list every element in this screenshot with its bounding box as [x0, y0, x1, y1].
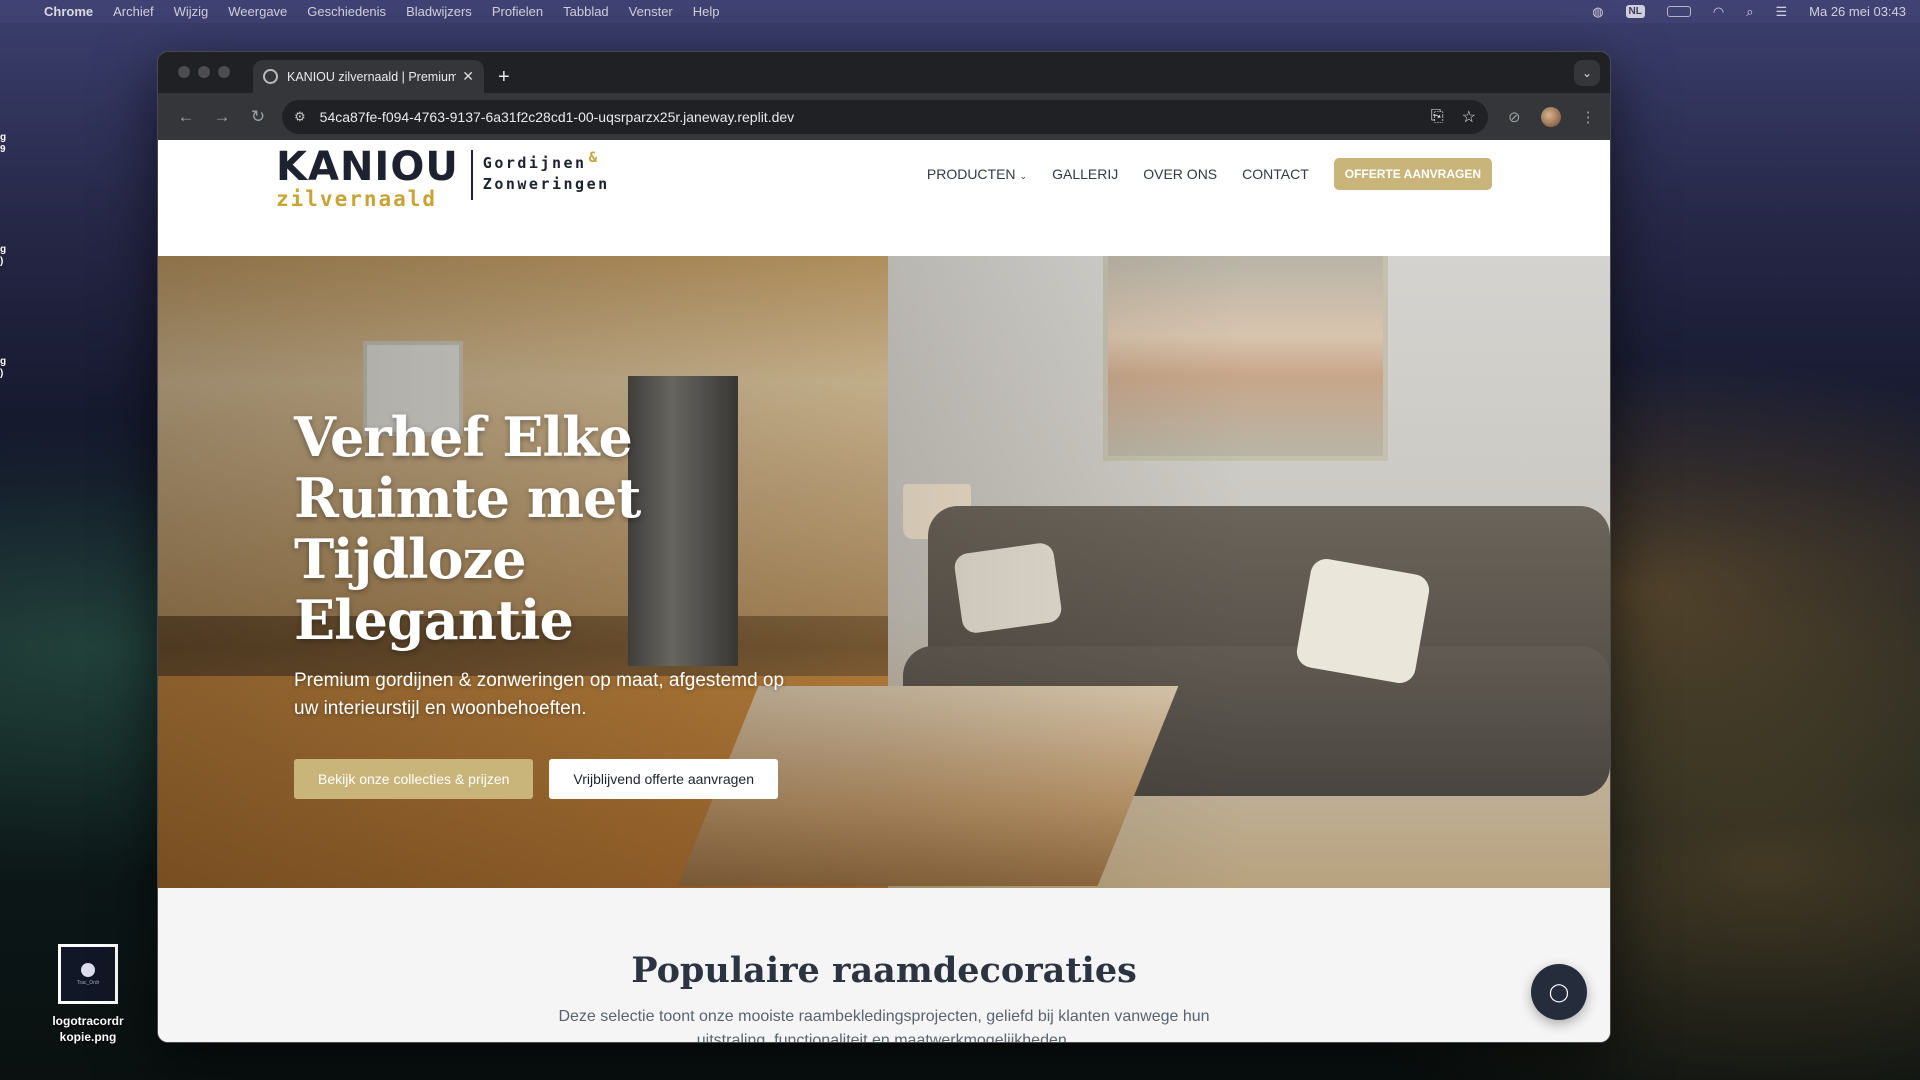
url-text[interactable]: 54ca87fe-f094-4763-9137-6a31f2c28cd1-00-… — [320, 109, 1413, 125]
input-source-badge[interactable]: NL — [1625, 5, 1645, 18]
desktop-edge-label: g) — [0, 244, 7, 267]
chat-bubble-icon[interactable]: ◯ — [1531, 964, 1587, 1020]
nav-over-ons[interactable]: OVER ONS — [1143, 166, 1217, 182]
wifi-icon[interactable]: ◠ — [1713, 4, 1724, 20]
maximize-window-button[interactable] — [218, 66, 230, 78]
menu-bladwijzers[interactable]: Bladwijzers — [406, 4, 472, 19]
new-tab-button[interactable]: + — [498, 66, 510, 89]
hero-content: Verhef Elke Ruimte met Tijdloze Eleganti… — [294, 407, 814, 799]
extension-icon[interactable]: ⊘ — [1508, 108, 1521, 126]
site-logo[interactable]: KANIOU zilvernaald Gordijnen & Zonweringe… — [276, 146, 610, 210]
file-thumbnail-text: Trac_Ordr — [76, 979, 100, 986]
site-header: KANIOU zilvernaald Gordijnen & Zonweringe… — [158, 140, 1610, 256]
menubar-status-area: ◍ NL ◠ ⌕ ☰ Ma 26 mei 03:43 — [1592, 4, 1906, 20]
menu-profielen[interactable]: Profielen — [492, 4, 543, 19]
desktop-edge-label: g) — [0, 356, 7, 379]
menu-app-name[interactable]: Chrome — [44, 4, 93, 19]
menu-weergave[interactable]: Weergave — [228, 4, 287, 19]
menu-archief[interactable]: Archief — [113, 4, 153, 19]
spotlight-search-icon[interactable]: ⌕ — [1746, 4, 1753, 20]
menu-tabblad[interactable]: Tabblad — [563, 4, 609, 19]
menu-wijzig[interactable]: Wijzig — [174, 4, 209, 19]
desktop-file-label[interactable]: logotracordr kopie.png — [40, 1013, 136, 1045]
site-info-icon[interactable]: ⚙ — [294, 109, 306, 125]
page-viewport: KANIOU zilvernaald Gordijnen & Zonweringe… — [158, 140, 1610, 1043]
reload-icon[interactable]: ↻ — [240, 107, 276, 127]
menu-geschiedenis[interactable]: Geschiedenis — [307, 4, 386, 19]
section-description: Deze selectie toont onze mooiste raambek… — [558, 1008, 1210, 1043]
close-tab-icon[interactable]: ✕ — [462, 68, 474, 85]
request-quote-button[interactable]: Vrijblijvend offerte aanvragen — [549, 759, 778, 799]
popular-section: Populaire raamdecoraties Deze selectie t… — [158, 888, 1610, 1043]
menubar-clock[interactable]: Ma 26 mei 03:43 — [1809, 4, 1906, 19]
window-controls — [178, 66, 230, 78]
logo-tagline: Gordijnen & Zonweringen — [482, 150, 610, 194]
logo-ampersand: & — [588, 150, 600, 166]
logo-divider — [470, 150, 473, 200]
nav-producten[interactable]: PRODUCTEN ⌄ — [927, 166, 1027, 182]
tab-title: KANIOU zilvernaald | Premium — [287, 69, 457, 84]
tab-search-chevron-icon[interactable]: ⌄ — [1574, 60, 1600, 86]
menu-help[interactable]: Help — [693, 4, 720, 19]
nav-contact[interactable]: CONTACT — [1242, 166, 1309, 182]
menu-venster[interactable]: Venster — [629, 4, 673, 19]
globe-favicon-icon — [263, 69, 278, 84]
macos-menubar: Chrome Archief Wijzig Weergave Geschiede… — [0, 0, 1920, 23]
tab-strip: KANIOU zilvernaald | Premium ✕ + ⌄ — [158, 52, 1610, 93]
hero-section: Verhef Elke Ruimte met Tijdloze Eleganti… — [158, 256, 1610, 888]
hero-subtitle: Premium gordijnen & zonweringen op maat,… — [294, 670, 785, 719]
address-bar[interactable]: ⚙ 54ca87fe-f094-4763-9137-6a31f2c28cd1-0… — [282, 99, 1488, 134]
section-title: Populaire raamdecoraties — [631, 950, 1137, 991]
chevron-down-icon: ⌄ — [1019, 171, 1028, 181]
nav-producten-label: PRODUCTEN — [926, 166, 1016, 182]
translate-icon[interactable]: ⎘ — [1431, 108, 1444, 126]
bookmark-star-icon[interactable]: ☆ — [1462, 107, 1476, 127]
logo-wordmark: KANIOU zilvernaald — [276, 146, 459, 210]
file-thumbnail-glyph — [81, 962, 95, 977]
globe-icon[interactable]: ◍ — [1592, 4, 1603, 20]
close-window-button[interactable] — [178, 66, 190, 78]
logo-brand: KANIOU — [276, 144, 459, 190]
profile-avatar[interactable] — [1540, 106, 1561, 127]
browser-toolbar: ← → ↻ ⚙ 54ca87fe-f094-4763-9137-6a31f2c2… — [158, 93, 1610, 140]
toolbar-right-group: ⊘ ⋮ — [1508, 106, 1596, 127]
hero-title: Verhef Elke Ruimte met Tijdloze Eleganti… — [294, 405, 641, 652]
desktop-edge-label: g9 — [0, 132, 7, 155]
logo-subbrand: zilvernaald — [276, 187, 438, 211]
nav-offerte-button[interactable]: OFFERTE AANVRAGEN — [1333, 158, 1492, 190]
logo-line-zonweringen: Zonweringen — [482, 175, 610, 193]
back-arrow-icon[interactable]: ← — [168, 107, 204, 127]
forward-arrow-icon[interactable]: → — [204, 107, 240, 127]
desktop-file-icon[interactable]: Trac_Ordr — [58, 944, 118, 1004]
browser-tab-active[interactable]: KANIOU zilvernaald | Premium ✕ — [253, 60, 484, 93]
minimize-window-button[interactable] — [198, 66, 210, 78]
chrome-window: KANIOU zilvernaald | Premium ✕ + ⌄ ← → ↻… — [157, 51, 1611, 1043]
more-menu-icon[interactable]: ⋮ — [1581, 108, 1596, 126]
hero-buttons: Bekijk onze collecties & prijzen Vrijbli… — [294, 759, 814, 799]
nav-gallerij[interactable]: GALLERIJ — [1052, 166, 1118, 182]
battery-icon[interactable] — [1666, 6, 1691, 17]
logo-line-gordijnen: Gordijnen — [482, 154, 587, 172]
control-center-icon[interactable]: ☰ — [1776, 4, 1788, 20]
view-collections-button[interactable]: Bekijk onze collecties & prijzen — [294, 759, 534, 799]
main-nav: PRODUCTEN ⌄ GALLERIJ OVER ONS CONTACT OFF… — [927, 158, 1492, 190]
